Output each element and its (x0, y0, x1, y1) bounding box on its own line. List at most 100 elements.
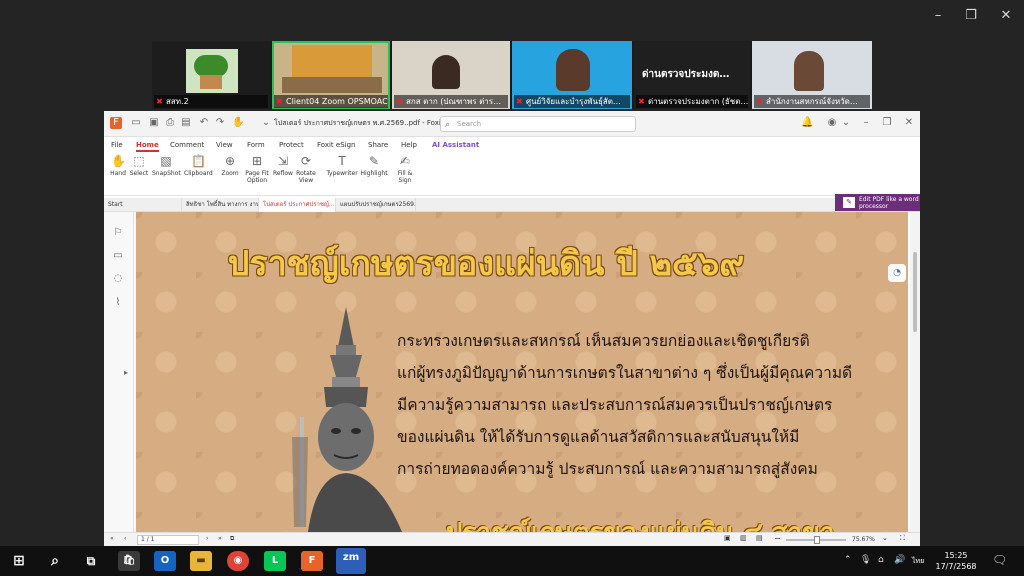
tab-document-active[interactable]: โปสเตอร์ ประกาศปราชญ์... (259, 198, 336, 212)
zoom-button[interactable]: ⊕ Zoom (216, 154, 244, 177)
participant-tile[interactable]: ✖ สกส ตาก (ปณฑาพร ต่าร… (392, 41, 510, 109)
chevron-up-icon[interactable]: ⌃ (844, 555, 852, 565)
search-icon: ⌕ (445, 120, 451, 130)
participant-name: สกส ตาก (ปณฑาพร ต่าร… (406, 97, 502, 106)
windows-start-icon[interactable]: ⊞ (8, 551, 30, 571)
menu-share[interactable]: Share (368, 141, 388, 149)
menu-foxit-esign[interactable]: Foxit eSign (317, 141, 355, 149)
next-icon[interactable]: › (206, 535, 208, 542)
undo-icon[interactable]: ↶ (198, 117, 210, 129)
zoom-app-icon[interactable]: zm (336, 548, 366, 574)
task-view-icon[interactable]: ⧉ (80, 551, 102, 571)
edit-pdf-button[interactable]: ✎ Edit PDF like a word processor (835, 194, 920, 211)
zoom-in-icon[interactable]: ⌄ (882, 534, 888, 542)
line-icon[interactable]: L (264, 551, 286, 571)
comment-icon[interactable]: ◌ (112, 273, 124, 285)
store-icon[interactable]: 🛍 (118, 551, 140, 571)
prev-page-icon[interactable]: « (110, 535, 114, 542)
menu-file[interactable]: File (111, 141, 123, 149)
zoom-out-icon[interactable]: − (774, 534, 781, 543)
participant-tile[interactable]: ด่านตรวจประมงต… ✖ ด่านตรวจประมงตาก (ธัชต… (634, 41, 750, 109)
menu-protect[interactable]: Protect (279, 141, 304, 149)
volume-icon[interactable]: 🔊 (894, 555, 905, 565)
language-indicator[interactable]: ไทย (912, 556, 924, 567)
network-icon[interactable]: ⌂ (878, 555, 884, 565)
minimize-icon[interactable]: – (860, 117, 872, 129)
mic-icon: ✖ (276, 97, 283, 106)
reflow-label: Reflow (273, 170, 293, 177)
rotate-button[interactable]: ⟳ Rotate View (292, 154, 320, 184)
typewriter-button[interactable]: T Typewriter (326, 154, 358, 177)
attachment-icon[interactable]: ⌇ (112, 297, 124, 309)
participant-tile-active[interactable]: ✖ Client04 Zoom OPSMOAC (272, 41, 390, 109)
notification-icon[interactable]: 🗨 (992, 553, 1007, 567)
print-icon[interactable]: ⎙ (164, 117, 176, 129)
tab-document[interactable]: สิทธิชา โพธิ์สิน ทางการ งาน... (182, 198, 259, 212)
two-page-icon[interactable]: ▥ (740, 534, 747, 542)
hand-label: Hand (110, 170, 126, 177)
clock[interactable]: 15:25 17/7/2568 (930, 550, 982, 572)
search-icon[interactable]: ⌕ (44, 551, 66, 571)
fullscreen-icon[interactable]: ⛶ (900, 534, 905, 543)
tab-document[interactable]: แผนปรับปราชญ์เกษตร2569... (336, 198, 416, 212)
participant-tile[interactable]: ✖ สสท.2 (152, 41, 270, 109)
print-preview-icon[interactable]: ▤ (180, 117, 192, 129)
vertical-scrollbar[interactable] (910, 212, 920, 532)
menu-home[interactable]: Home (136, 141, 159, 152)
chevron-down-icon[interactable]: ⌄ (260, 117, 272, 129)
zoom-app-label: zm (342, 552, 360, 563)
minimize-button[interactable]: – (929, 8, 947, 24)
participant-tile[interactable]: ✖ สำนักงานสหกรณ์จังหวัด… (752, 41, 872, 109)
fill-sign-button[interactable]: ✍ Fill & Sign (391, 154, 419, 184)
restore-button[interactable]: ❐ (962, 8, 980, 24)
document-tabs: Start สิทธิชา โพธิ์สิน ทางการ งาน... โปส… (104, 198, 920, 212)
menu-view[interactable]: View (216, 141, 233, 149)
hand-tool-icon[interactable]: ✋ (232, 117, 244, 129)
assistant-float-icon[interactable]: ◔ (888, 264, 906, 282)
account-icon[interactable]: ◉ (826, 117, 838, 129)
close-icon[interactable]: ✕ (903, 117, 915, 129)
expand-arrow-icon[interactable]: ▸ (120, 367, 132, 379)
scroll-icon[interactable]: ▤ (756, 534, 763, 542)
menu-form[interactable]: Form (247, 141, 265, 149)
microphone-icon[interactable]: 🎙 (860, 555, 871, 565)
search-input[interactable]: ⌕ Search (440, 116, 636, 132)
redo-icon[interactable]: ↷ (214, 117, 226, 129)
chrome-icon[interactable]: ◉ (227, 551, 249, 571)
menu-comment[interactable]: Comment (170, 141, 204, 149)
snapshot-button[interactable]: ▧ SnapShot (152, 154, 181, 177)
select-button[interactable]: ⬚ Select (125, 154, 153, 177)
foxit-icon[interactable]: F (301, 551, 323, 571)
page-number-value: 1 / 1 (141, 536, 155, 543)
zoom-level[interactable]: 75.67% (852, 535, 875, 545)
clipboard-button[interactable]: 📋 Clipboard (184, 154, 213, 177)
page-number-field[interactable]: 1 / 1 (137, 535, 199, 545)
close-button[interactable]: ✕ (997, 8, 1015, 24)
participant-tile[interactable]: ✖ ศูนย์วิจัยและบำรุงพันธุ์สัต… (512, 41, 632, 109)
prev-icon[interactable]: ‹ (124, 535, 126, 542)
document-line: แก่ผู้ทรงภูมิปัญญาด้านการเกษตรในสาขาต่าง… (397, 364, 853, 382)
bookmark-icon[interactable]: ⚐ (112, 227, 124, 239)
select-label: Select (129, 170, 149, 177)
outlook-icon[interactable]: O (154, 551, 176, 571)
hand-icon: ✋ (111, 154, 126, 168)
file-explorer-icon[interactable]: ▬ (190, 551, 212, 571)
zoom-slider-knob[interactable] (814, 536, 820, 544)
bell-icon[interactable]: 🔔 (801, 117, 813, 129)
page-fit-button[interactable]: ⊞ Page Fit Option (242, 154, 272, 184)
open-icon[interactable]: ▭ (130, 117, 142, 129)
tab-start[interactable]: Start (104, 198, 182, 212)
single-page-icon[interactable]: ▣ (724, 534, 731, 542)
save-icon[interactable]: ▣ (148, 117, 160, 129)
restore-icon[interactable]: ❐ (881, 117, 893, 129)
status-bar: « ‹ 1 / 1 › » ⧉ ▣ ▥ ▤ − 75.67% ⌄ ⛶ (104, 532, 920, 546)
pages-icon[interactable]: ▭ (112, 250, 124, 262)
menu-ai-assistant[interactable]: AI Assistant (432, 141, 479, 149)
copy-icon[interactable]: ⧉ (230, 535, 234, 543)
pdf-page: ปราชญ์เกษตรของแผ่นดิน ปี ๒๕๖๙ กระทรวงเกษ… (136, 212, 908, 532)
last-page-icon[interactable]: » (218, 535, 222, 542)
rotate-icon: ⟳ (300, 154, 312, 168)
menu-help[interactable]: Help (401, 141, 417, 149)
chevron-down-icon[interactable]: ⌄ (840, 117, 852, 129)
highlight-button[interactable]: ✎ Highlight (360, 154, 388, 177)
